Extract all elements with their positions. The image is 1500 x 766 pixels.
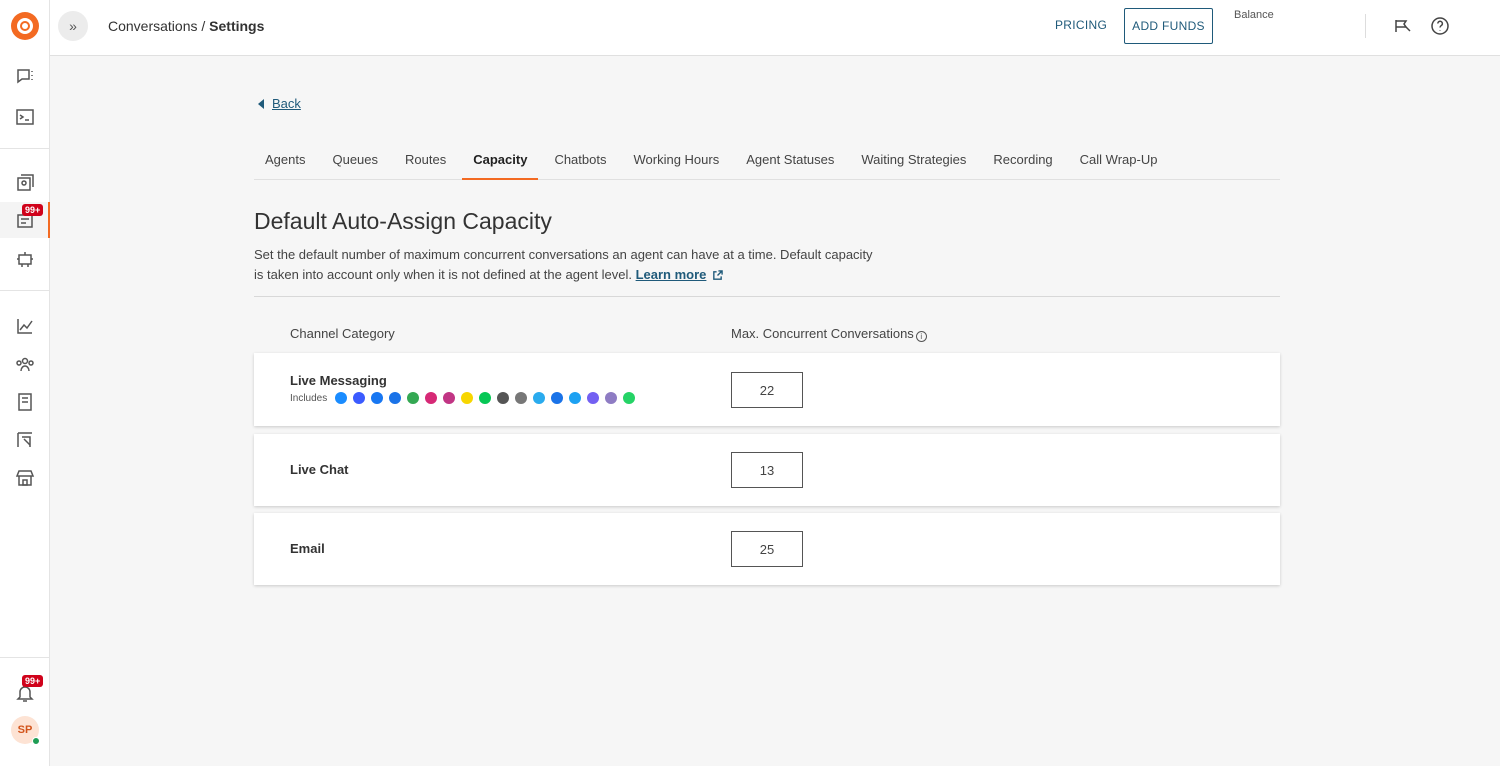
sms-icon <box>515 392 528 404</box>
pricing-link[interactable]: PRICING <box>1055 18 1107 32</box>
expand-sidebar-button[interactable]: » <box>58 11 88 41</box>
bot-icon[interactable] <box>13 247 37 271</box>
topbar-divider <box>1365 14 1366 38</box>
description-text: Set the default number of maximum concur… <box>254 247 873 282</box>
includes-label: Includes <box>290 392 328 404</box>
breadcrumb-parent[interactable]: Conversations / <box>108 18 205 34</box>
marketplace-icon[interactable] <box>13 466 37 490</box>
whatsapp-icon <box>623 392 636 404</box>
instagram-alt-icon <box>443 392 456 404</box>
email-capacity-input[interactable] <box>731 531 803 567</box>
capacity-row-live-chat: Live Chat <box>254 434 1280 506</box>
email-icon <box>551 392 564 404</box>
online-status-dot <box>32 737 40 745</box>
tab-chatbots[interactable]: Chatbots <box>543 143 617 180</box>
analytics-icon[interactable] <box>13 314 37 338</box>
add-funds-button[interactable]: ADD FUNDS <box>1124 8 1213 44</box>
learn-more-link[interactable]: Learn more <box>636 267 707 282</box>
google-business-icon <box>389 392 402 404</box>
channel-icon-list <box>329 392 636 404</box>
balance-label: Balance <box>1234 9 1274 21</box>
breadcrumb-current: Settings <box>209 18 265 34</box>
live-messaging-capacity-input[interactable] <box>731 372 803 408</box>
row-label: Live Messaging <box>290 373 387 388</box>
tab-waiting-strategies[interactable]: Waiting Strategies <box>850 143 977 180</box>
instagram-icon <box>425 392 438 404</box>
terminal-icon[interactable] <box>13 105 37 129</box>
tab-routes[interactable]: Routes <box>394 143 457 180</box>
breadcrumb: Conversations / Settings <box>108 18 264 34</box>
back-label: Back <box>272 96 301 111</box>
google-play-icon <box>407 392 420 404</box>
messenger-icon <box>353 392 366 404</box>
column-header-category: Channel Category <box>290 326 395 341</box>
facebook-icon <box>371 392 384 404</box>
notifications-badge: 99+ <box>22 675 44 687</box>
tab-working-hours[interactable]: Working Hours <box>622 143 730 180</box>
section-description: Set the default number of maximum concur… <box>254 245 874 287</box>
top-bar: » Conversations / Settings PRICING ADD F… <box>50 0 1500 56</box>
viber-icon <box>587 392 600 404</box>
column-header-max-label: Max. Concurrent Conversations <box>731 326 914 341</box>
conversations-badge: 99+ <box>22 204 44 216</box>
contacts-icon[interactable] <box>13 171 37 195</box>
tab-call-wrap-up[interactable]: Call Wrap-Up <box>1069 143 1169 180</box>
caret-left-icon <box>258 98 264 109</box>
double-chevron-right-icon: » <box>69 18 77 34</box>
line-icon <box>479 392 492 404</box>
people-icon[interactable] <box>13 352 37 376</box>
rcs-icon <box>497 392 510 404</box>
twitter-icon <box>569 392 582 404</box>
tab-agent-statuses[interactable]: Agent Statuses <box>735 143 845 180</box>
telegram-icon <box>533 392 546 404</box>
bot-icon <box>605 392 618 404</box>
tab-recording[interactable]: Recording <box>982 143 1063 180</box>
exports-icon[interactable] <box>13 428 37 452</box>
tab-capacity[interactable]: Capacity <box>462 143 539 180</box>
capacity-row-live-messaging: Live Messaging Includes <box>254 353 1280 426</box>
conversations-icon[interactable] <box>13 65 37 89</box>
section-divider <box>254 296 1280 297</box>
help-icon[interactable] <box>1429 15 1451 37</box>
capacity-row-email: Email <box>254 513 1280 585</box>
infobip-logo-icon[interactable] <box>11 12 39 40</box>
back-link[interactable]: Back <box>258 96 301 111</box>
tab-agents[interactable]: Agents <box>254 143 316 180</box>
external-link-icon <box>712 267 724 287</box>
kakaotalk-icon <box>461 392 474 404</box>
announcements-icon[interactable] <box>1392 15 1414 37</box>
row-label: Email <box>290 541 325 556</box>
info-icon[interactable]: i <box>915 331 927 342</box>
page-title: Default Auto-Assign Capacity <box>254 208 552 234</box>
docs-icon[interactable] <box>13 390 37 414</box>
row-label: Live Chat <box>290 462 349 477</box>
column-header-max: Max. Concurrent Conversations i <box>731 326 927 342</box>
channel-includes: Includes <box>290 392 636 404</box>
live-chat-capacity-input[interactable] <box>731 452 803 488</box>
apple-messages-icon <box>335 392 348 404</box>
settings-tabs: Agents Queues Routes Capacity Chatbots W… <box>254 143 1280 180</box>
sidebar: 99+ 99+ SP <box>0 0 50 766</box>
tab-queues[interactable]: Queues <box>321 143 389 180</box>
